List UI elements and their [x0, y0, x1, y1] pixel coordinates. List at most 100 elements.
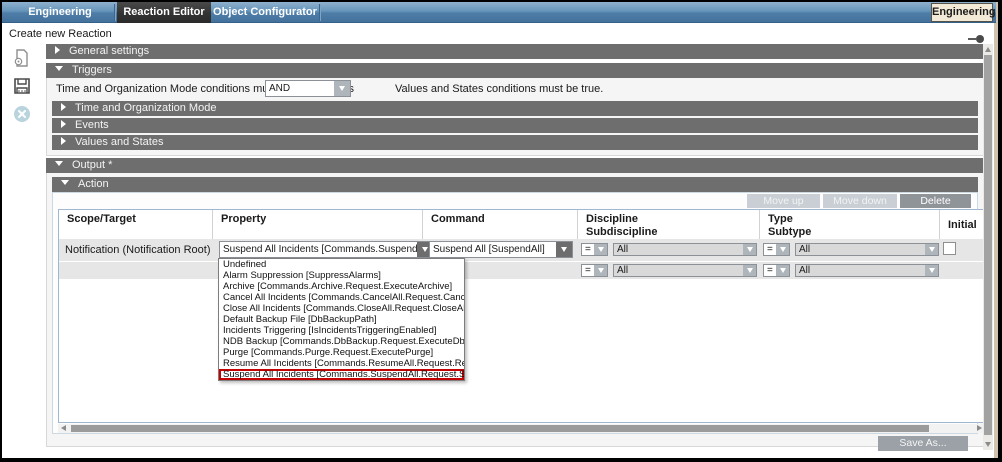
column-label: Type — [768, 213, 939, 226]
horizontal-scrollbar[interactable] — [58, 424, 985, 433]
page-title: Create new Reaction — [9, 28, 112, 40]
subdiscipline-value: All — [614, 265, 743, 276]
operator-value: = — [582, 244, 594, 255]
scroll-right-arrow[interactable] — [977, 425, 982, 431]
chevron-down-icon — [339, 86, 345, 91]
chevron-down-icon — [598, 268, 604, 273]
events-operator-value: AND — [266, 81, 334, 96]
dropdown-item[interactable]: Cancel All Incidents [Commands.CancelAll… — [219, 292, 464, 303]
property-dropdown-list: Undefined Alarm Suppression [SuppressAla… — [218, 258, 465, 381]
dropdown-button[interactable] — [743, 244, 756, 255]
subtype-select[interactable]: All — [795, 264, 939, 277]
dropdown-button[interactable] — [334, 81, 350, 96]
chevron-down-icon — [422, 247, 428, 252]
discipline-select[interactable]: All — [613, 243, 757, 256]
operator-value: = — [582, 265, 594, 276]
column-label: Discipline — [586, 213, 759, 226]
command-select[interactable]: Suspend All [SuspendAll] — [429, 241, 573, 258]
chevron-down-icon — [747, 268, 753, 273]
subtype-operator-select[interactable]: = — [763, 264, 790, 277]
chevron-down-icon — [780, 247, 786, 252]
dropdown-item[interactable]: Undefined — [219, 259, 464, 270]
section-time-org-mode[interactable]: Time and Organization Mode — [52, 101, 978, 116]
new-reaction-icon — [12, 48, 32, 68]
events-operator-select[interactable]: AND — [265, 80, 351, 97]
delete-button[interactable]: Delete — [900, 194, 971, 208]
column-label: Scope/Target — [67, 213, 212, 226]
property-select[interactable]: Suspend All Incidents [Commands.SuspendA… — [219, 241, 434, 258]
dropdown-item-selected[interactable]: Suspend All Incidents [Commands.SuspendA… — [219, 369, 464, 380]
chevron-right-icon — [55, 46, 60, 54]
scroll-left-arrow[interactable] — [61, 425, 66, 431]
column-header-scope-target[interactable]: Scope/Target — [59, 210, 212, 239]
scroll-down-arrow[interactable] — [985, 442, 991, 447]
section-values-states[interactable]: Values and States — [52, 135, 978, 150]
column-header-initial[interactable]: Initial — [939, 210, 985, 239]
operator-value: = — [764, 265, 776, 276]
dropdown-item[interactable]: Alarm Suppression [SuppressAlarms] — [219, 270, 464, 281]
operator-value: = — [764, 244, 776, 255]
dropdown-button[interactable] — [776, 265, 789, 276]
scrollbar-thumb[interactable] — [71, 425, 929, 432]
chevron-down-icon — [780, 268, 786, 273]
dropdown-item[interactable]: Archive [Commands.Archive.Request.Execut… — [219, 281, 464, 292]
dropdown-button[interactable] — [925, 244, 938, 255]
chevron-down-icon — [55, 66, 63, 71]
column-header-type[interactable]: Type Subtype — [759, 210, 939, 239]
move-up-button[interactable]: Move up — [747, 194, 820, 208]
pin-icon[interactable] — [968, 35, 984, 43]
initial-checkbox[interactable] — [943, 242, 956, 255]
chevron-down-icon — [747, 247, 753, 252]
discipline-operator-select[interactable]: = — [581, 243, 608, 256]
command-value: Suspend All [SuspendAll] — [430, 242, 556, 257]
discipline-value: All — [614, 244, 743, 255]
dropdown-button[interactable] — [925, 265, 938, 276]
save-button[interactable] — [12, 76, 32, 96]
engineering-mode-button[interactable]: Engineering — [931, 3, 993, 22]
column-label: Initial — [948, 219, 985, 232]
chevron-down-icon — [55, 161, 63, 166]
scrollbar-thumb[interactable] — [984, 55, 992, 435]
dropdown-item[interactable]: Resume All Incidents [Commands.ResumeAll… — [219, 358, 464, 369]
tab-object-configurator[interactable]: Object Configurator — [213, 2, 317, 23]
column-header-discipline[interactable]: Discipline Subdiscipline — [577, 210, 759, 239]
column-header-command[interactable]: Command — [422, 210, 577, 239]
dropdown-item[interactable]: Incidents Triggering [IsIncidentsTrigger… — [219, 325, 464, 336]
column-label: Subtype — [768, 226, 939, 239]
dropdown-button[interactable] — [594, 265, 607, 276]
dropdown-button[interactable] — [743, 265, 756, 276]
discard-icon — [12, 104, 32, 124]
dropdown-item[interactable]: Close All Incidents [Commands.CloseAll.R… — [219, 303, 464, 314]
tab-reaction-editor[interactable]: Reaction Editor — [117, 2, 211, 23]
section-triggers[interactable]: Triggers — [46, 63, 984, 78]
column-header-property[interactable]: Property — [212, 210, 422, 239]
dropdown-item[interactable]: NDB Backup [Commands.DbBackup.Request.Ex… — [219, 336, 464, 347]
section-output[interactable]: Output * — [46, 158, 984, 173]
tab-separator — [319, 4, 320, 21]
new-reaction-button[interactable] — [12, 48, 32, 68]
dropdown-item[interactable]: Purge [Commands.Purge.Request.ExecutePur… — [219, 347, 464, 358]
dropdown-item[interactable]: Default Backup File [DbBackupPath] — [219, 314, 464, 325]
section-action[interactable]: Action — [52, 177, 978, 192]
tab-engineering-console[interactable]: Engineering Console — [8, 2, 112, 23]
dropdown-button[interactable] — [556, 242, 572, 257]
save-as-button[interactable]: Save As... — [878, 436, 968, 451]
chevron-right-icon — [61, 120, 66, 128]
move-down-button[interactable]: Move down — [823, 194, 897, 208]
subdiscipline-operator-select[interactable]: = — [581, 264, 608, 277]
type-select[interactable]: All — [795, 243, 939, 256]
vertical-scrollbar[interactable] — [983, 44, 993, 450]
dropdown-button[interactable] — [776, 244, 789, 255]
chevron-down-icon — [598, 247, 604, 252]
section-general-settings[interactable]: General settings — [46, 44, 984, 59]
dropdown-button[interactable] — [594, 244, 607, 255]
discard-button[interactable] — [12, 104, 32, 124]
column-label: Property — [221, 213, 422, 226]
type-operator-select[interactable]: = — [763, 243, 790, 256]
save-icon — [12, 76, 32, 96]
scroll-up-arrow[interactable] — [985, 47, 991, 52]
section-label: Values and States — [75, 136, 163, 148]
section-events[interactable]: Events — [52, 118, 978, 133]
main-window: Engineering Console Reaction Editor Obje… — [2, 2, 998, 458]
subdiscipline-select[interactable]: All — [613, 264, 757, 277]
